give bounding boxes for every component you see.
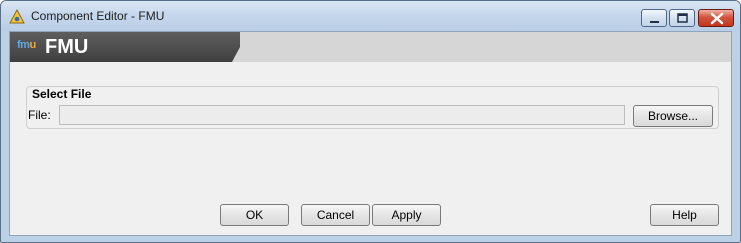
help-button[interactable]: Help (650, 204, 719, 226)
header-light-band (240, 32, 731, 62)
apply-button[interactable]: Apply (372, 204, 441, 226)
select-file-legend: Select File (30, 87, 94, 101)
component-editor-icon (9, 8, 25, 25)
title-bar[interactable]: Component Editor - FMU (1, 1, 740, 31)
editor-client-area: fmu FMU Select File File: Browse... OK C… (9, 31, 732, 236)
file-label: File: (28, 108, 51, 122)
minimize-button[interactable] (641, 9, 667, 27)
window-title: Component Editor - FMU (31, 9, 165, 23)
browse-button[interactable]: Browse... (633, 105, 713, 127)
header-title: FMU (45, 36, 89, 58)
minimize-icon (650, 21, 659, 23)
close-icon (710, 12, 724, 25)
maximize-icon (677, 13, 688, 23)
ok-button[interactable]: OK (220, 204, 289, 226)
component-editor-window: Component Editor - FMU fmu FMU Select Fi… (0, 0, 741, 243)
fmu-logo: fmu (17, 39, 36, 51)
file-path-field[interactable] (59, 105, 625, 125)
close-button[interactable] (698, 9, 734, 27)
cancel-button[interactable]: Cancel (301, 204, 370, 226)
maximize-button[interactable] (669, 9, 695, 27)
